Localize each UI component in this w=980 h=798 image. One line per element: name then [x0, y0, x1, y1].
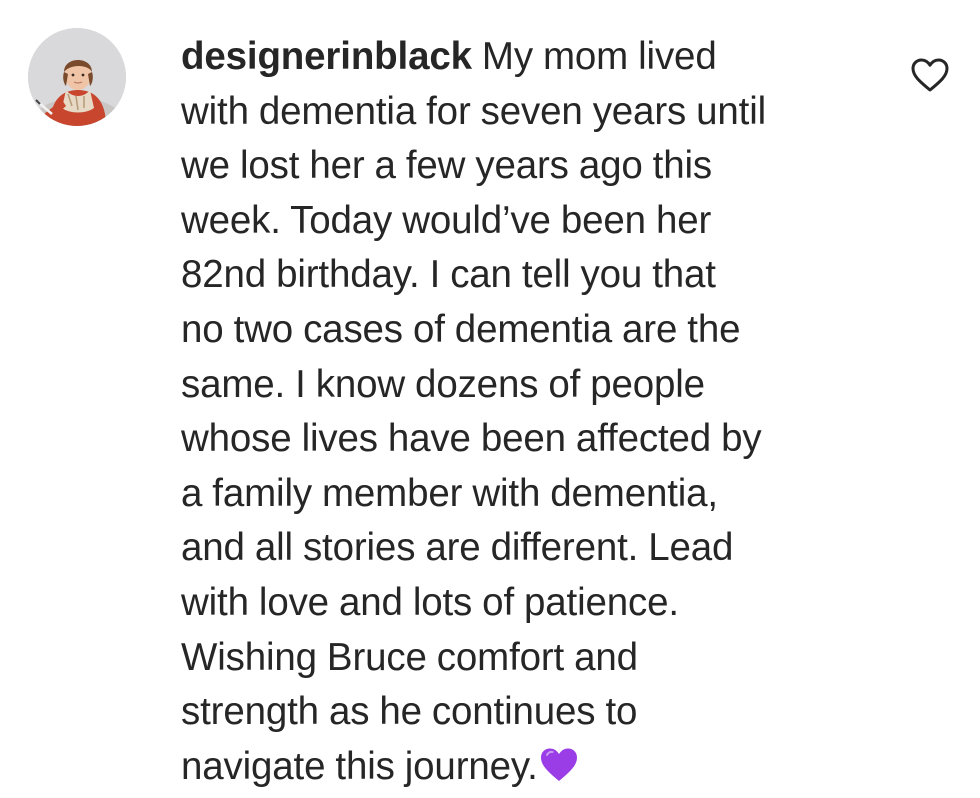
comment-line: with dementia for seven years until: [181, 89, 767, 133]
comment-line: same. I know dozens of people: [181, 362, 705, 406]
comment-line: a family member with dementia,: [181, 471, 718, 515]
avatar[interactable]: [28, 28, 126, 126]
comment-line-text: My mom lived: [471, 35, 717, 78]
comment-item: designerinblack My mom lived with dement…: [0, 0, 980, 788]
heart-outline-icon: [911, 58, 949, 92]
username-link[interactable]: designerinblack: [181, 35, 472, 78]
profile-photo-avatar: [28, 28, 126, 126]
comment-line: 82nd birthday. I can tell you that: [181, 253, 716, 297]
comment-line: designerinblack My mom lived: [181, 30, 881, 85]
like-button[interactable]: [909, 56, 951, 94]
comment-line: we lost her a few years ago this: [181, 144, 712, 188]
comment-line: whose lives have been affected by: [181, 417, 762, 461]
purple-heart-icon: [539, 744, 579, 798]
comment-line: week. Today would’ve been her: [181, 198, 712, 242]
comment-line: Wishing Bruce comfort and: [181, 635, 638, 679]
comment-line: strength as he continues to: [181, 690, 638, 734]
comment-line: with love and lots of patience.: [181, 580, 679, 624]
comment-line-last: navigate this journey.: [181, 740, 881, 798]
comment-line-text: navigate this journey.: [181, 744, 538, 788]
comment-text: designerinblack My mom lived with dement…: [181, 30, 881, 798]
comment-line: no two cases of dementia are the: [181, 307, 741, 351]
comment-line: and all stories are different. Lead: [181, 526, 734, 570]
